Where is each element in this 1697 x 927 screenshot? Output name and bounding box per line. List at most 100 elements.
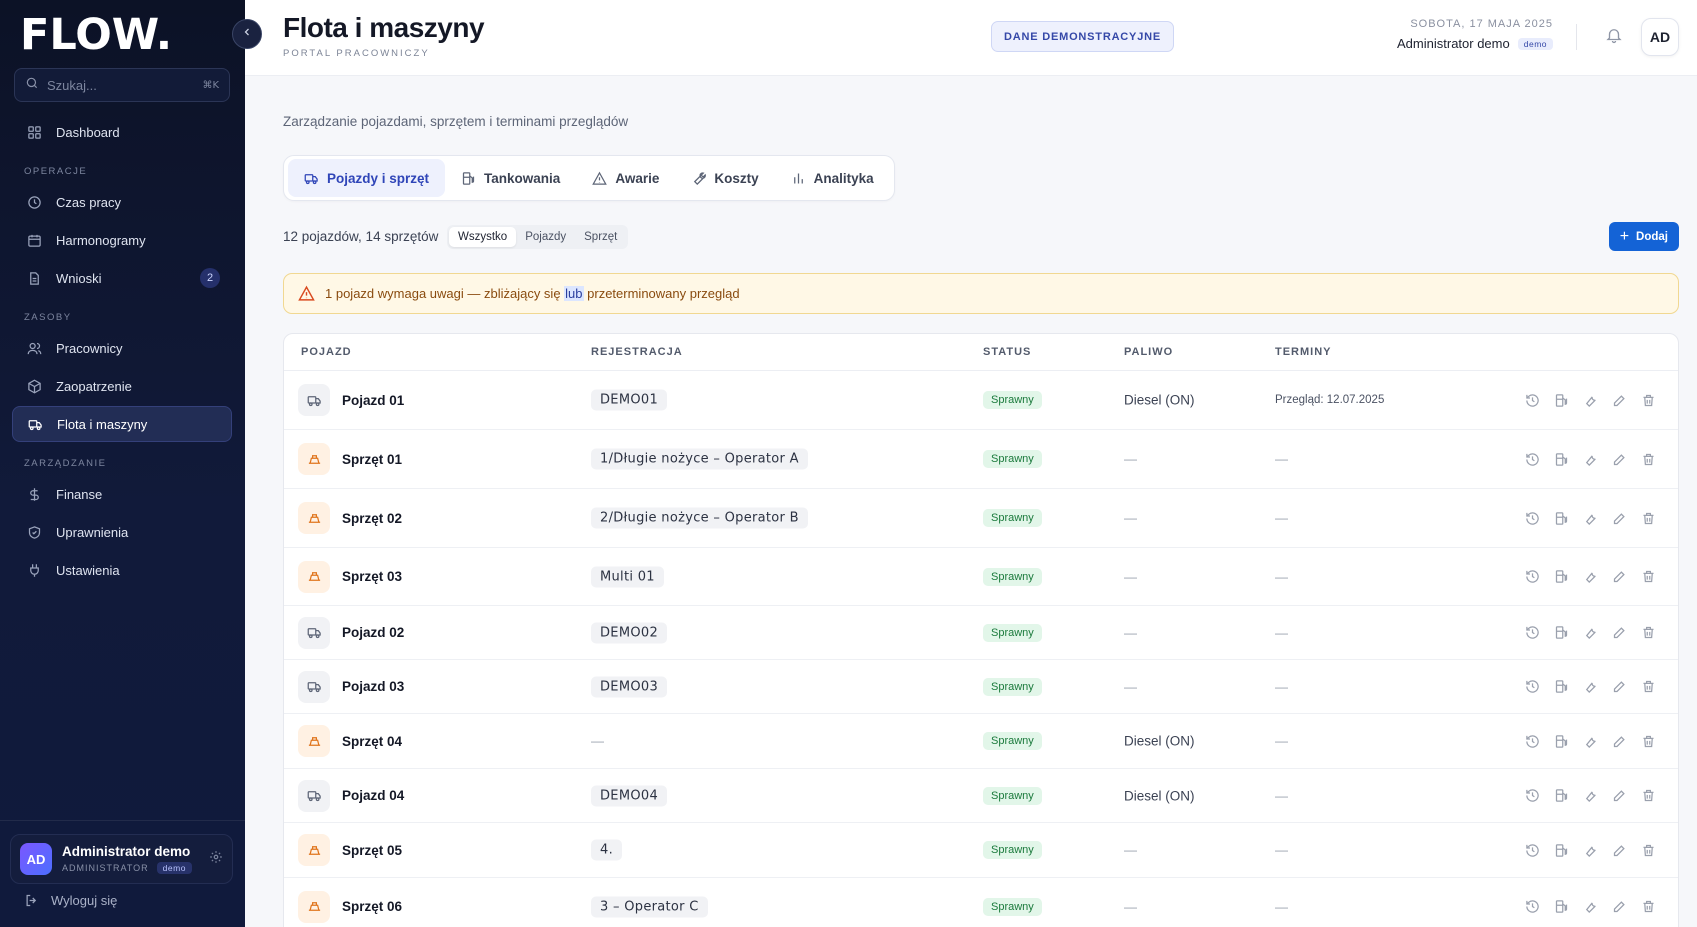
sidebar-item-dashboard[interactable]: Dashboard — [12, 114, 232, 150]
table-row[interactable]: Pojazd 01 DEMO01 Sprawny Diesel (ON) Prz… — [284, 371, 1678, 430]
sidebar-item-requests[interactable]: Wnioski 2 — [12, 260, 232, 296]
vehicle-name[interactable]: Sprzęt 01 — [342, 452, 402, 467]
history-icon[interactable] — [1524, 392, 1540, 408]
edit-icon[interactable] — [1611, 733, 1627, 749]
trash-icon[interactable] — [1640, 679, 1656, 695]
user-card[interactable]: AD Administrator demo ADMINISTRATOR demo — [10, 834, 233, 884]
fuel-icon[interactable] — [1553, 569, 1569, 585]
filter-equipment[interactable]: Sprzęt — [575, 227, 626, 247]
table-row[interactable]: Sprzęt 04 — Sprawny Diesel (ON) — — [284, 714, 1678, 769]
vehicle-name[interactable]: Sprzęt 03 — [342, 569, 402, 584]
tab-vehicles-equipment[interactable]: Pojazdy i sprzęt — [288, 159, 446, 197]
history-icon[interactable] — [1524, 733, 1540, 749]
tab-analytics[interactable]: Analityka — [775, 159, 890, 197]
history-icon[interactable] — [1524, 510, 1540, 526]
wrench-icon[interactable] — [1582, 733, 1598, 749]
wrench-icon[interactable] — [1582, 392, 1598, 408]
edit-icon[interactable] — [1611, 451, 1627, 467]
sidebar-search[interactable]: ⌘K — [14, 68, 230, 102]
filter-all[interactable]: Wszystko — [449, 227, 517, 247]
wrench-icon[interactable] — [1582, 451, 1598, 467]
edit-icon[interactable] — [1611, 569, 1627, 585]
gear-icon[interactable] — [209, 850, 223, 869]
sidebar-item-work-time[interactable]: Czas pracy — [12, 184, 232, 220]
logout-button[interactable]: Wyloguj się — [24, 893, 117, 908]
table-row[interactable]: Pojazd 02 DEMO02 Sprawny — — — [284, 606, 1678, 660]
column-header-vehicle[interactable]: POJAZD — [301, 346, 352, 358]
sidebar-item-fleet[interactable]: Flota i maszyny — [12, 406, 232, 442]
sidebar-collapse-button[interactable] — [232, 19, 262, 49]
vehicle-name[interactable]: Sprzęt 06 — [342, 899, 402, 914]
trash-icon[interactable] — [1640, 569, 1656, 585]
sidebar-item-schedules[interactable]: Harmonogramy — [12, 222, 232, 258]
sidebar-item-permissions[interactable]: Uprawnienia — [12, 514, 232, 550]
sidebar-item-supplies[interactable]: Zaopatrzenie — [12, 368, 232, 404]
fuel-icon[interactable] — [1553, 679, 1569, 695]
trash-icon[interactable] — [1640, 788, 1656, 804]
table-row[interactable]: Sprzęt 02 2/Długie nożyce – Operator B S… — [284, 489, 1678, 548]
column-header-registration[interactable]: REJESTRACJA — [591, 346, 683, 358]
trash-icon[interactable] — [1640, 842, 1656, 858]
wrench-icon[interactable] — [1582, 788, 1598, 804]
add-button[interactable]: + Dodaj — [1608, 222, 1679, 251]
sidebar-item-finance[interactable]: Finanse — [12, 476, 232, 512]
wrench-icon[interactable] — [1582, 625, 1598, 641]
table-row[interactable]: Sprzęt 06 3 – Operator C Sprawny — — — [284, 878, 1678, 927]
fuel-icon[interactable] — [1553, 733, 1569, 749]
header-avatar[interactable]: AD — [1641, 18, 1679, 56]
column-header-fuel[interactable]: PALIWO — [1124, 346, 1173, 358]
history-icon[interactable] — [1524, 451, 1540, 467]
trash-icon[interactable] — [1640, 625, 1656, 641]
edit-icon[interactable] — [1611, 625, 1627, 641]
fuel-icon[interactable] — [1553, 392, 1569, 408]
edit-icon[interactable] — [1611, 392, 1627, 408]
vehicle-name[interactable]: Pojazd 04 — [342, 788, 404, 803]
vehicle-name[interactable]: Sprzęt 04 — [342, 734, 402, 749]
tab-costs[interactable]: Koszty — [675, 159, 774, 197]
column-header-terms[interactable]: TERMINY — [1275, 346, 1332, 358]
history-icon[interactable] — [1524, 899, 1540, 915]
table-row[interactable]: Sprzęt 03 Multi 01 Sprawny — — — [284, 548, 1678, 606]
history-icon[interactable] — [1524, 679, 1540, 695]
wrench-icon[interactable] — [1582, 899, 1598, 915]
edit-icon[interactable] — [1611, 510, 1627, 526]
history-icon[interactable] — [1524, 788, 1540, 804]
trash-icon[interactable] — [1640, 392, 1656, 408]
table-row[interactable]: Pojazd 03 DEMO03 Sprawny — — — [284, 660, 1678, 714]
filter-vehicles[interactable]: Pojazdy — [516, 227, 575, 247]
fuel-icon[interactable] — [1553, 625, 1569, 641]
app-logo[interactable]: FLOW. — [20, 10, 172, 60]
table-row[interactable]: Sprzęt 05 4. Sprawny — — — [284, 823, 1678, 878]
trash-icon[interactable] — [1640, 899, 1656, 915]
vehicle-name[interactable]: Pojazd 03 — [342, 679, 404, 694]
history-icon[interactable] — [1524, 569, 1540, 585]
wrench-icon[interactable] — [1582, 842, 1598, 858]
wrench-icon[interactable] — [1582, 679, 1598, 695]
fuel-icon[interactable] — [1553, 510, 1569, 526]
fuel-icon[interactable] — [1553, 451, 1569, 467]
vehicle-name[interactable]: Pojazd 02 — [342, 625, 404, 640]
vehicle-name[interactable]: Pojazd 01 — [342, 393, 404, 408]
trash-icon[interactable] — [1640, 733, 1656, 749]
history-icon[interactable] — [1524, 842, 1540, 858]
sidebar-item-settings[interactable]: Ustawienia — [12, 552, 232, 588]
tab-refueling[interactable]: Tankowania — [445, 159, 576, 197]
sidebar-item-employees[interactable]: Pracownicy — [12, 330, 232, 366]
tab-breakdowns[interactable]: Awarie — [576, 159, 675, 197]
trash-icon[interactable] — [1640, 510, 1656, 526]
edit-icon[interactable] — [1611, 842, 1627, 858]
bell-icon[interactable] — [1605, 26, 1623, 49]
history-icon[interactable] — [1524, 625, 1540, 641]
edit-icon[interactable] — [1611, 679, 1627, 695]
fuel-icon[interactable] — [1553, 899, 1569, 915]
table-row[interactable]: Pojazd 04 DEMO04 Sprawny Diesel (ON) — — [284, 769, 1678, 823]
edit-icon[interactable] — [1611, 788, 1627, 804]
wrench-icon[interactable] — [1582, 510, 1598, 526]
trash-icon[interactable] — [1640, 451, 1656, 467]
edit-icon[interactable] — [1611, 899, 1627, 915]
fuel-icon[interactable] — [1553, 842, 1569, 858]
vehicle-name[interactable]: Sprzęt 02 — [342, 511, 402, 526]
search-input[interactable] — [47, 77, 187, 93]
wrench-icon[interactable] — [1582, 569, 1598, 585]
vehicle-name[interactable]: Sprzęt 05 — [342, 843, 402, 858]
